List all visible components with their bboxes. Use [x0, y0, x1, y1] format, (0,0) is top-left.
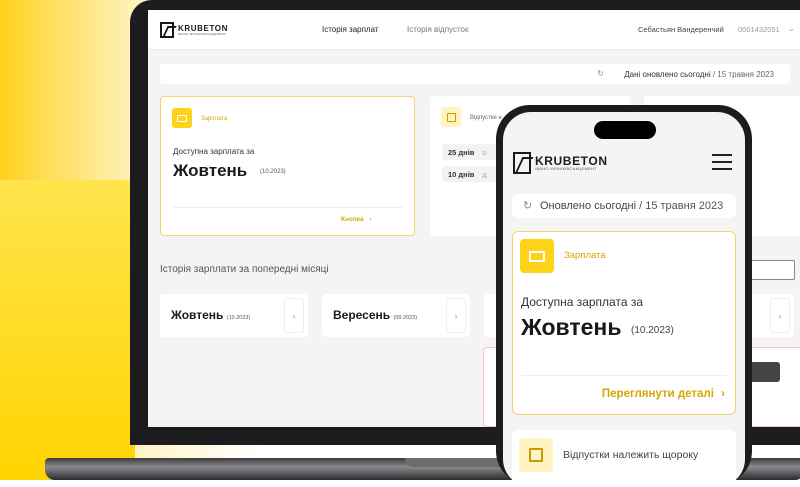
phone-screen: KRUBETON ІВАНО-ФРАНКІВСЬКЦЕМЕНТ ↻ Оновле… — [503, 112, 745, 487]
background-yellow-panel — [0, 180, 135, 480]
header: KRUBETON ІВАНО-ФРАНКІВСЬКЦЕМЕНТ Історія … — [148, 10, 800, 50]
wallet-icon — [520, 239, 554, 273]
refresh-icon[interactable]: ↻ — [523, 199, 532, 212]
view-details-button[interactable]: Переглянути деталі › — [602, 388, 725, 400]
update-bar: ↻ Оновлено сьогодні / 15 травня 2023 — [512, 194, 736, 218]
user-name[interactable]: Себастьян Вандеренчий — [638, 25, 724, 34]
history-title: Історія зарплати за попередні місяці — [160, 264, 329, 275]
update-bar: ↻ Дані оновлено сьогодні / 15 травня 202… — [160, 64, 790, 84]
salary-card-period: (10.2023) — [260, 169, 286, 175]
logo[interactable]: KRUBETON ІВАНО-ФРАНКІВСЬКЦЕМЕНТ — [513, 152, 608, 174]
dynamic-island — [594, 121, 656, 139]
chevron-right-icon[interactable]: › — [770, 298, 790, 333]
update-prefix: Оновлено сьогодні — [540, 200, 637, 212]
chevron-right-icon[interactable]: › — [284, 298, 304, 333]
history-item[interactable]: Жовтень (10.2023) › — [160, 294, 308, 337]
history-month: Вересень — [333, 308, 391, 322]
update-date: / 15 травня 2023 — [636, 200, 724, 212]
chevron-right-icon: › — [369, 216, 372, 223]
vacation-card: Відпустки належить щороку — [512, 430, 736, 487]
salary-card-subtitle: Доступна зарплата за — [521, 295, 644, 309]
logo-mark-icon — [160, 22, 174, 38]
update-status: Дані оновлено сьогодні / 15 травня 2023 — [624, 70, 774, 79]
menu-icon[interactable] — [712, 154, 732, 175]
chevron-right-icon: › — [721, 388, 725, 400]
salary-card-subtitle: Доступна зарплата за — [173, 147, 255, 156]
salary-card-button[interactable]: Кнопка › — [341, 216, 372, 223]
history-month: Жовтень — [171, 308, 224, 322]
logo-tagline: ІВАНО-ФРАНКІВСЬКЦЕМЕНТ — [178, 31, 227, 36]
salary-card-label: Зарплата — [201, 116, 228, 122]
divider — [173, 207, 403, 208]
salary-card-period: (10.2023) — [631, 325, 674, 336]
history-period: (09.2023) — [393, 315, 418, 321]
salary-card: Зарплата Доступна зарплата за Жовтень (1… — [160, 96, 415, 236]
wallet-icon — [172, 108, 192, 128]
logo-mark-icon — [513, 152, 531, 174]
salary-card-label: Зарплата — [564, 250, 606, 261]
nav-salary-history[interactable]: Історія зарплат — [322, 25, 379, 34]
nav-vacation-history[interactable]: Історія відпусток — [407, 25, 469, 34]
user-id: 0001432051 — [738, 25, 780, 34]
salary-card-month: Жовтень — [521, 314, 622, 340]
history-item[interactable]: Вересень (09.2023) › — [322, 294, 470, 337]
logo-tagline: ІВАНО-ФРАНКІВСЬКЦЕМЕНТ — [535, 166, 598, 171]
salary-card: Зарплата Доступна зарплата за Жовтень (1… — [512, 231, 736, 415]
refresh-icon[interactable]: ↻ — [597, 69, 604, 78]
salary-card-month: Жовтень — [173, 161, 248, 180]
logo[interactable]: KRUBETON ІВАНО-ФРАНКІВСЬКЦЕМЕНТ — [160, 22, 228, 38]
calendar-icon — [519, 438, 553, 472]
history-period: (10.2023) — [226, 315, 251, 321]
vacation-card-label: Відпустки належить щороку — [563, 449, 699, 461]
divider — [521, 375, 727, 376]
chevron-right-icon[interactable]: › — [446, 298, 466, 333]
calendar-icon — [441, 107, 461, 127]
chevron-down-icon[interactable]: ⌄ — [788, 24, 795, 33]
vacation-card-label: Відпустки н — [470, 115, 502, 121]
